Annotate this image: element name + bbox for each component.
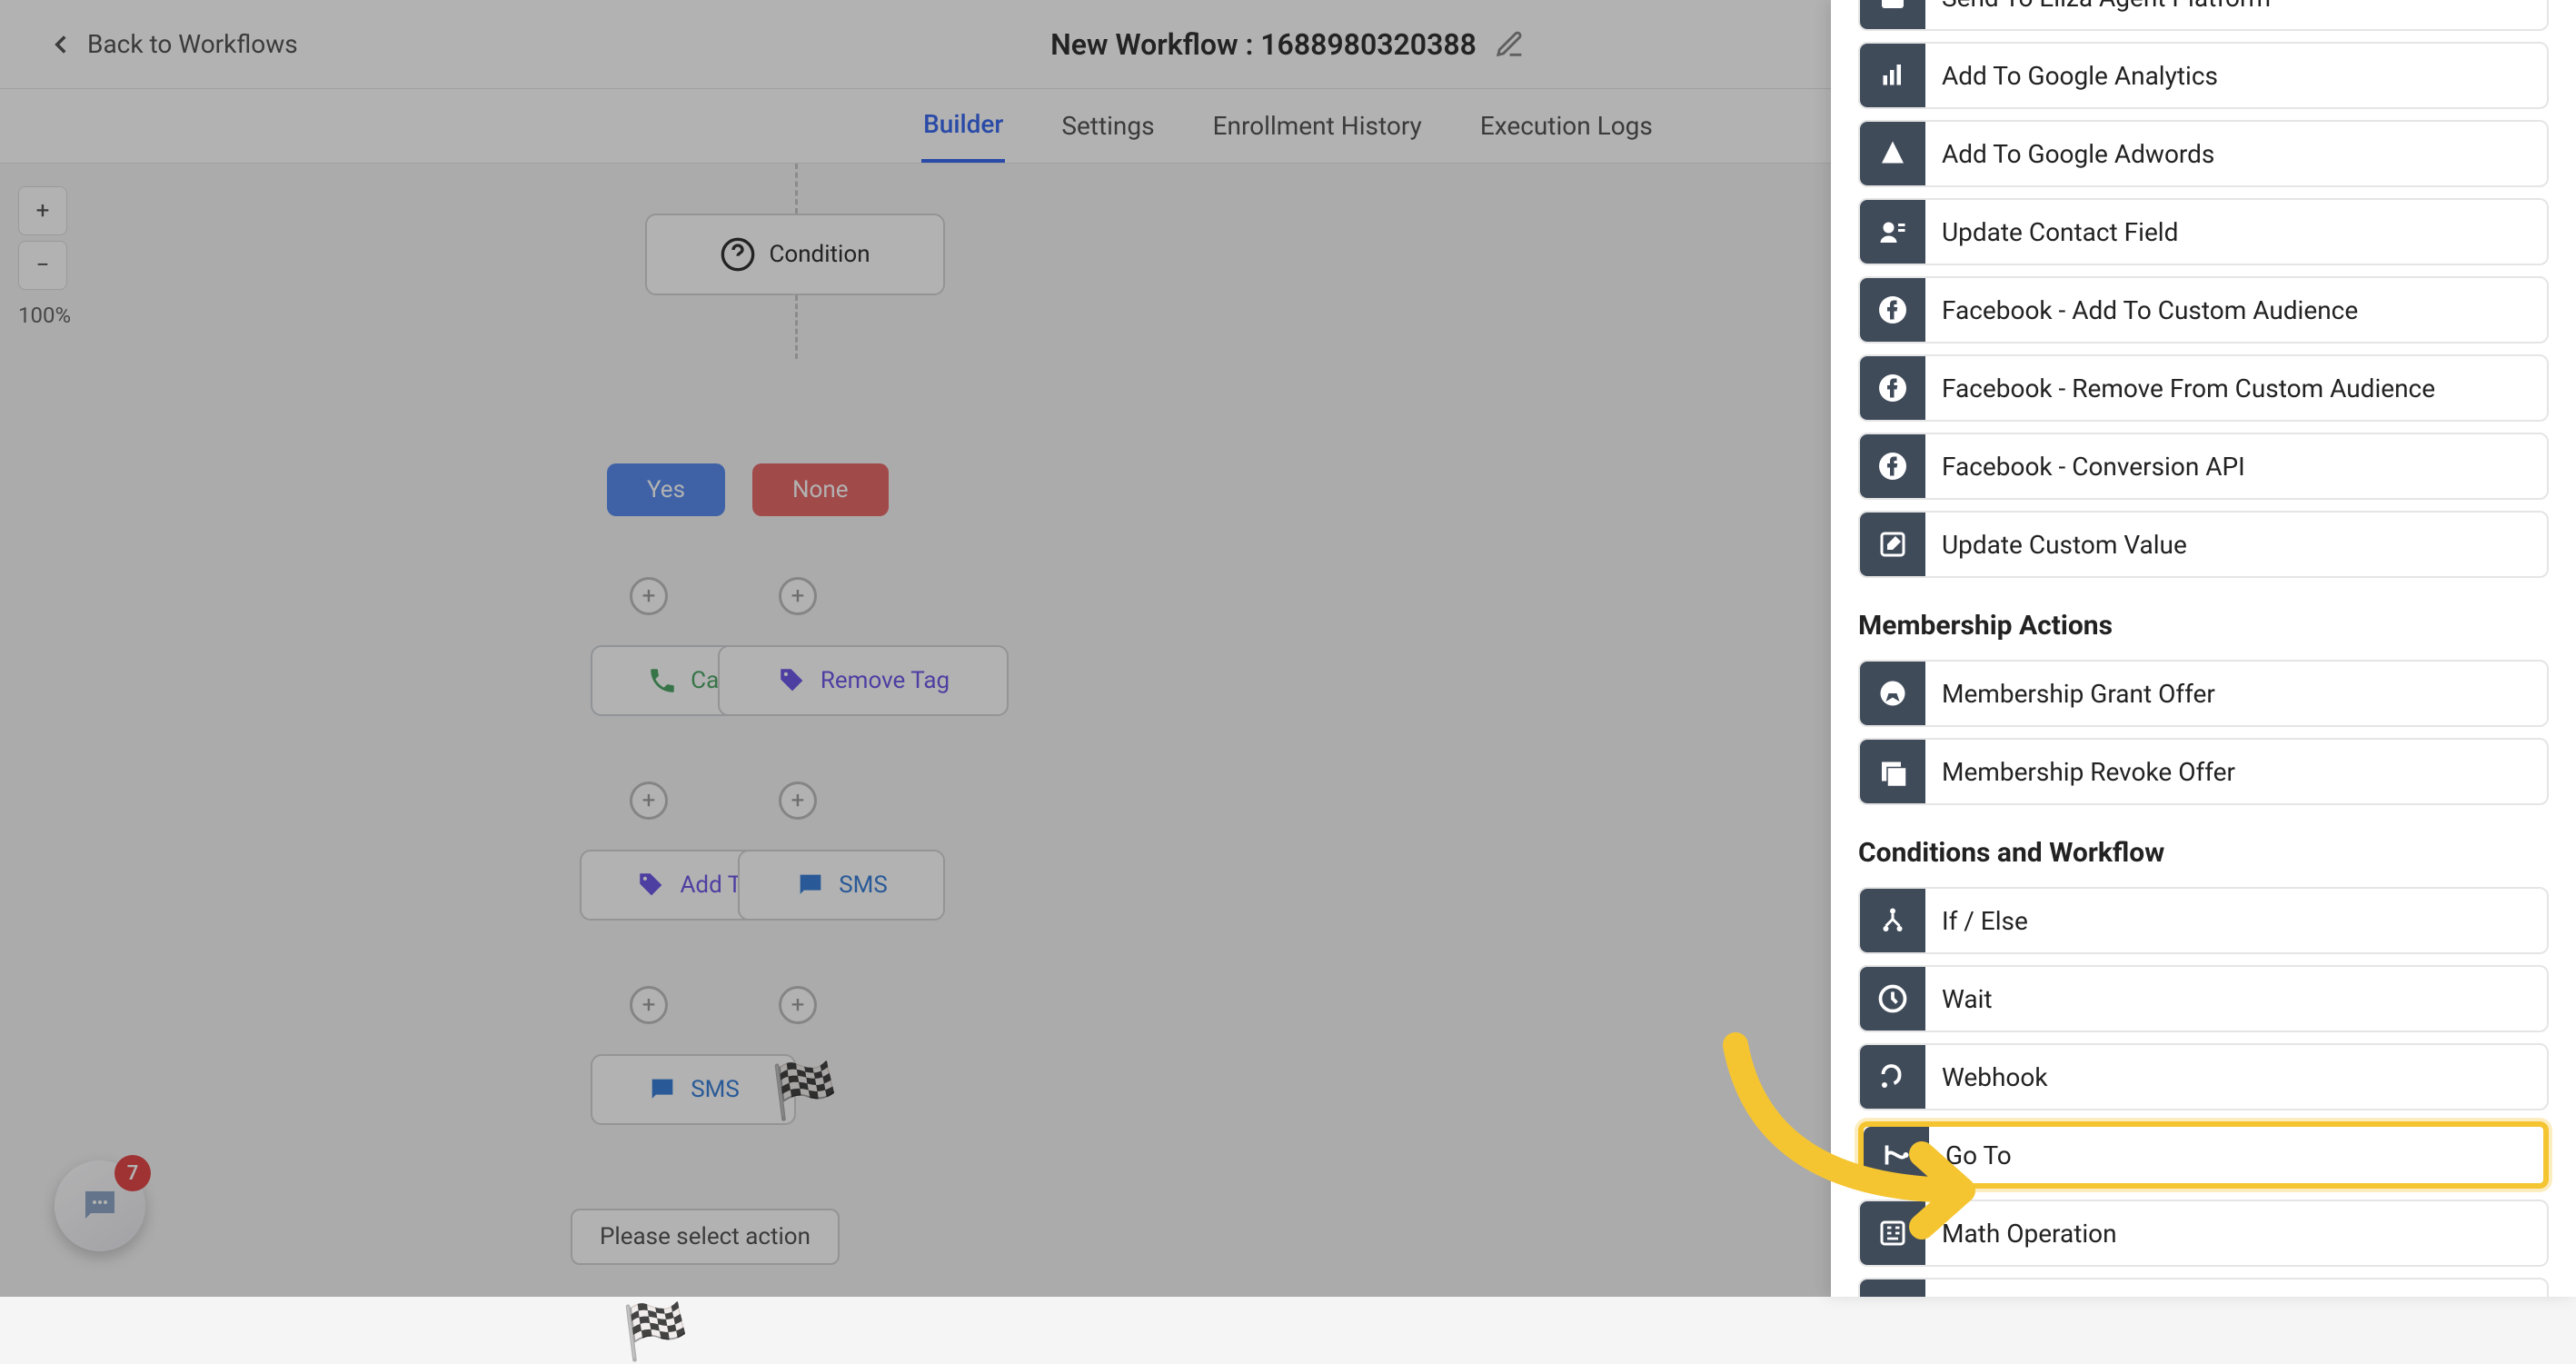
action-item-add-to-google-analytics[interactable]: Add To Google Analytics xyxy=(1858,42,2549,109)
condition-node[interactable]: Condition xyxy=(645,214,945,295)
chat-icon xyxy=(795,870,826,901)
add-step-button[interactable]: + xyxy=(779,782,817,820)
action-item-label: Webhook xyxy=(1942,1062,2048,1092)
chat-icon xyxy=(78,1184,122,1228)
tab-execution-logs[interactable]: Execution Logs xyxy=(1478,91,1655,161)
action-item-add-to-google-adwords[interactable]: Add To Google Adwords xyxy=(1858,120,2549,187)
workflow-title: New Workflow : 1688980320388 xyxy=(1050,27,1477,62)
facebook-conversion-api-icon xyxy=(1860,434,1925,498)
action-item-update-custom-value[interactable]: Update Custom Value xyxy=(1858,511,2549,578)
add-step-button[interactable]: + xyxy=(779,577,817,615)
chat-widget[interactable]: 7 xyxy=(55,1160,145,1251)
pencil-icon[interactable] xyxy=(1495,29,1526,60)
back-label: Back to Workflows xyxy=(87,29,298,59)
add-step-button[interactable]: + xyxy=(630,986,668,1024)
sms-label: SMS xyxy=(691,1076,740,1103)
tab-builder[interactable]: Builder xyxy=(921,89,1005,163)
facebook-add-to-custom-audience-icon xyxy=(1860,278,1925,342)
membership-revoke-offer-icon xyxy=(1860,740,1925,803)
add-step-button[interactable]: + xyxy=(630,577,668,615)
none-branch[interactable]: None xyxy=(752,463,889,516)
goal-event-icon xyxy=(1860,1279,1925,1297)
add-to-google-adwords-icon xyxy=(1860,122,1925,185)
action-item-math-operation[interactable]: Math Operation xyxy=(1858,1200,2549,1267)
action-item-membership-revoke-offer[interactable]: Membership Revoke Offer xyxy=(1858,738,2549,805)
send-to-eliza-agent-platform-icon xyxy=(1860,0,1925,29)
action-item-label: Facebook - Conversion API xyxy=(1942,452,2245,482)
add-to-google-analytics-icon xyxy=(1860,44,1925,107)
action-item-send-to-eliza-agent-platform[interactable]: Send To Eliza Agent Platform xyxy=(1858,0,2549,31)
chat-badge: 7 xyxy=(114,1155,151,1191)
action-item-wait[interactable]: Wait xyxy=(1858,965,2549,1032)
sms-label: SMS xyxy=(839,871,888,899)
question-circle-icon xyxy=(720,236,756,273)
tab-enrollment-history[interactable]: Enrollment History xyxy=(1211,91,1424,161)
workflow-canvas[interactable]: + − 100% Condition Yes None + + Call Rem… xyxy=(0,164,1831,1297)
math-operation-icon xyxy=(1860,1201,1925,1265)
go-to-icon xyxy=(1864,1127,1929,1183)
remove-tag-label: Remove Tag xyxy=(821,667,950,694)
action-item-label: Add To Google Adwords xyxy=(1942,139,2214,169)
action-item-facebook-add-to-custom-audience[interactable]: Facebook - Add To Custom Audience xyxy=(1858,276,2549,343)
action-item-label: Update Custom Value xyxy=(1942,530,2187,560)
action-item-label: Go To xyxy=(1945,1140,2012,1170)
action-item-label: Add To Google Analytics xyxy=(1942,61,2218,91)
tag-icon xyxy=(636,870,667,901)
header-title-group: New Workflow : 1688980320388 xyxy=(1050,27,1526,62)
condition-label: Condition xyxy=(769,241,870,268)
action-item-goal-event[interactable]: Goal Event xyxy=(1858,1278,2549,1297)
phone-icon xyxy=(647,665,678,696)
wait-icon xyxy=(1860,967,1925,1030)
action-item-label: Update Contact Field xyxy=(1942,217,2178,247)
chat-icon xyxy=(647,1074,678,1105)
sms-node[interactable]: SMS xyxy=(591,1054,796,1125)
add-step-button[interactable]: + xyxy=(630,782,668,820)
section-conditions-workflow: Conditions and Workflow xyxy=(1858,837,2549,869)
tag-icon xyxy=(777,665,808,696)
update-custom-value-icon xyxy=(1860,513,1925,576)
actions-panel[interactable]: Send To Eliza Agent Platform Add To Googl… xyxy=(1831,0,2576,1297)
membership-grant-offer-icon xyxy=(1860,662,1925,725)
sms-node[interactable]: SMS xyxy=(738,850,945,921)
action-item-go-to[interactable]: Go To xyxy=(1858,1121,2549,1189)
tab-settings[interactable]: Settings xyxy=(1059,91,1156,161)
action-item-label: Membership Grant Offer xyxy=(1942,679,2215,709)
action-item-if-else[interactable]: If / Else xyxy=(1858,887,2549,954)
action-item-facebook-conversion-api[interactable]: Facebook - Conversion API xyxy=(1858,433,2549,500)
remove-tag-node[interactable]: Remove Tag xyxy=(718,645,1009,716)
workflow-tree: Condition Yes None + + Call Remove Tag +… xyxy=(0,164,1831,1297)
add-step-button[interactable]: + xyxy=(779,986,817,1024)
end-flag-icon: 🏁 xyxy=(771,1059,839,1123)
update-contact-field-icon xyxy=(1860,200,1925,264)
action-item-membership-grant-offer[interactable]: Membership Grant Offer xyxy=(1858,660,2549,727)
action-item-label: Facebook - Remove From Custom Audience xyxy=(1942,373,2435,403)
webhook-icon xyxy=(1860,1045,1925,1109)
action-item-label: Send To Eliza Agent Platform xyxy=(1942,0,2271,13)
end-flag-icon: 🏁 xyxy=(622,1299,690,1364)
facebook-remove-from-custom-audience-icon xyxy=(1860,356,1925,420)
action-item-label: If / Else xyxy=(1942,906,2028,936)
action-item-facebook-remove-from-custom-audience[interactable]: Facebook - Remove From Custom Audience xyxy=(1858,354,2549,422)
action-item-label: Wait xyxy=(1942,984,1993,1014)
if-else-icon xyxy=(1860,889,1925,952)
action-item-label: Membership Revoke Offer xyxy=(1942,757,2235,787)
section-membership-actions: Membership Actions xyxy=(1858,610,2549,642)
chevron-left-icon xyxy=(45,29,76,60)
select-action-placeholder[interactable]: Please select action xyxy=(571,1209,840,1265)
action-item-webhook[interactable]: Webhook xyxy=(1858,1043,2549,1110)
action-item-label: Math Operation xyxy=(1942,1219,2117,1249)
back-to-workflows-link[interactable]: Back to Workflows xyxy=(45,29,298,60)
action-item-label: Facebook - Add To Custom Audience xyxy=(1942,295,2358,325)
action-item-update-contact-field[interactable]: Update Contact Field xyxy=(1858,198,2549,265)
yes-branch[interactable]: Yes xyxy=(607,463,725,516)
